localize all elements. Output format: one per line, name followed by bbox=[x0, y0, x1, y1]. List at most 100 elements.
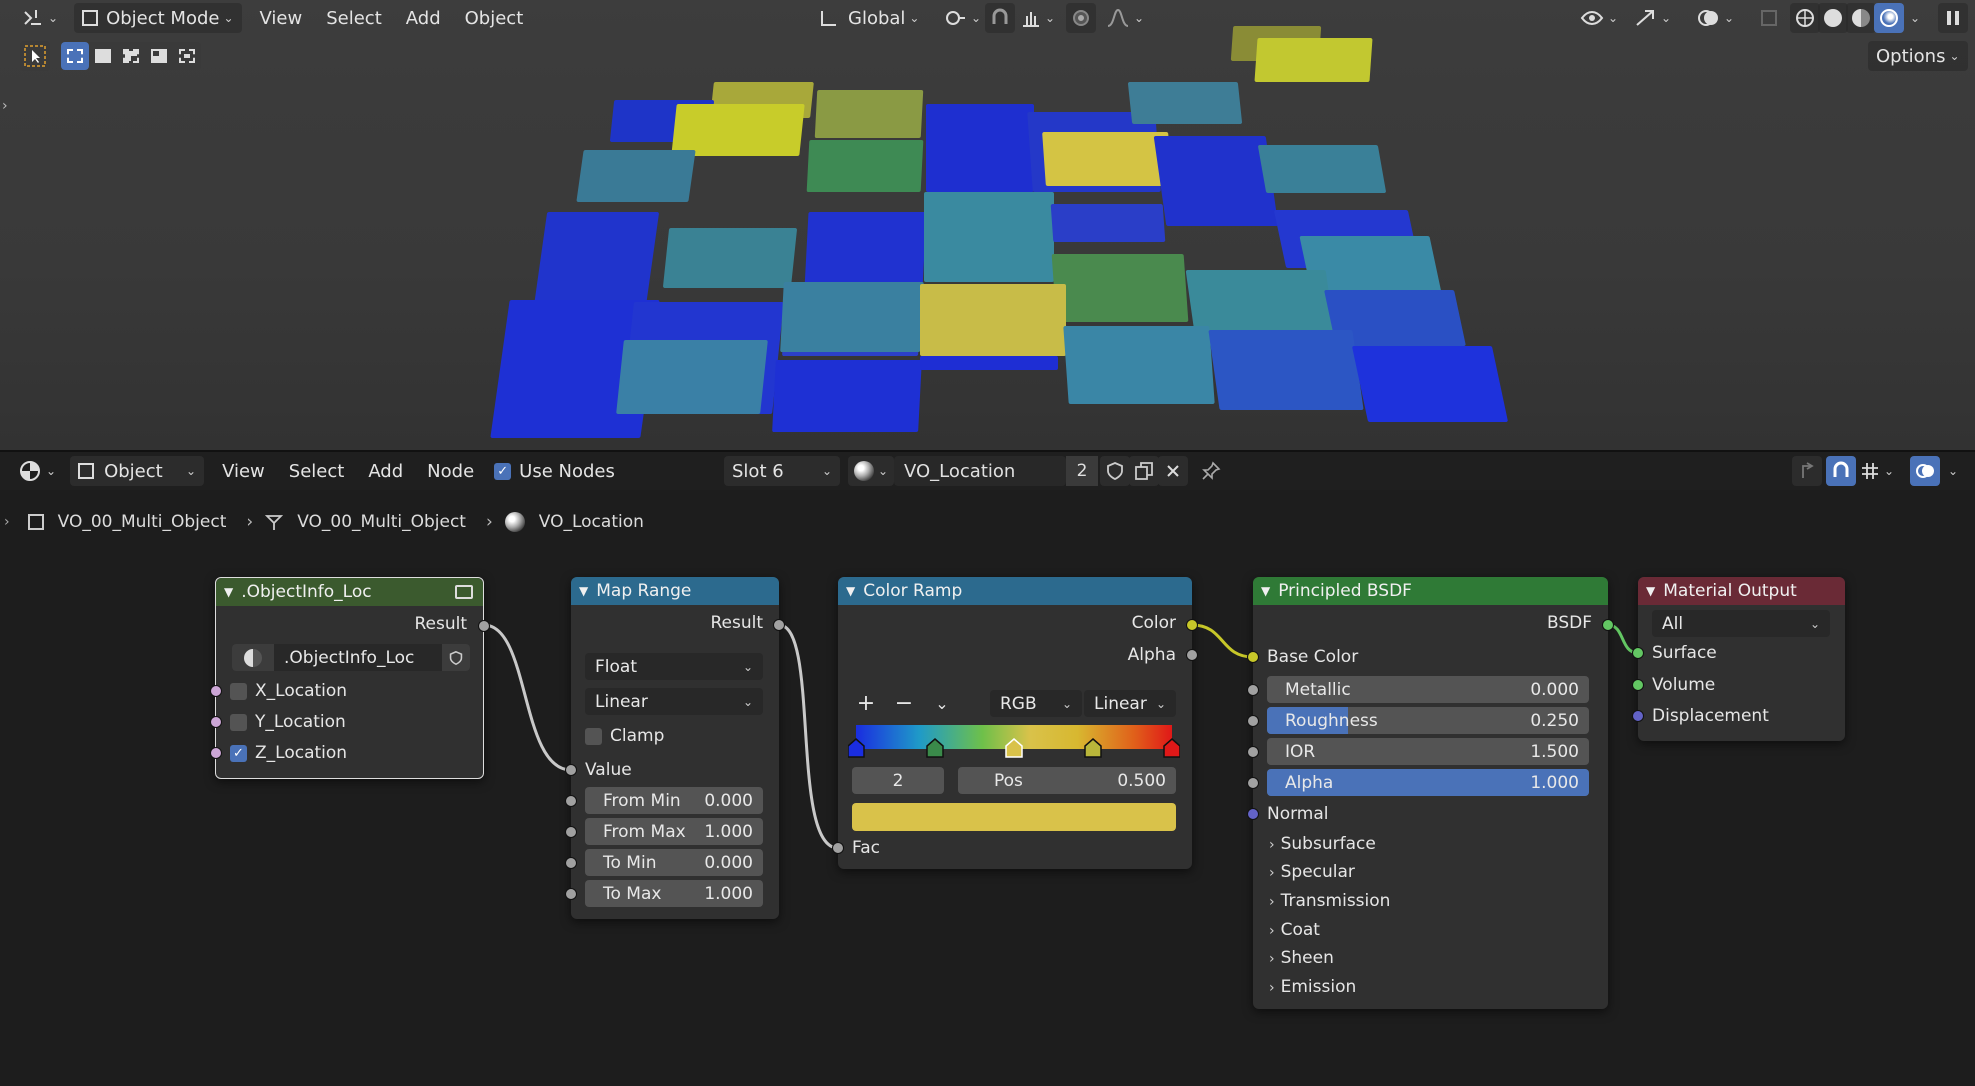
panel-transmission[interactable]: › Transmission bbox=[1269, 891, 1390, 911]
ramp-interpolation-dropdown[interactable]: Linear ⌄ bbox=[1084, 690, 1176, 717]
input-y-location[interactable]: Y_Location bbox=[216, 709, 483, 735]
input-x-location[interactable]: X_Location bbox=[216, 678, 483, 704]
node-objectinfo-group[interactable]: ▼ .ObjectInfo_Loc Result .ObjectInfo_Loc… bbox=[210, 577, 490, 779]
color-ramp-stops[interactable] bbox=[848, 737, 1180, 761]
input-socket[interactable] bbox=[1632, 647, 1644, 659]
chevron-right-icon: › bbox=[1269, 865, 1275, 881]
checkbox-icon[interactable] bbox=[585, 727, 602, 745]
input-socket[interactable] bbox=[832, 842, 844, 854]
output-socket[interactable] bbox=[478, 620, 490, 632]
output-socket[interactable] bbox=[1186, 619, 1198, 631]
node-header[interactable]: ▼ Map Range bbox=[571, 577, 779, 605]
data-type-dropdown[interactable]: Float ⌄ bbox=[585, 653, 763, 680]
input-base-color: Base Color bbox=[1267, 647, 1359, 667]
link-maprange-to-colorramp[interactable] bbox=[778, 623, 839, 850]
panel-emission[interactable]: › Emission bbox=[1269, 977, 1356, 997]
stop-color-swatch[interactable] bbox=[852, 803, 1176, 831]
input-socket[interactable] bbox=[565, 888, 577, 900]
input-socket[interactable] bbox=[565, 826, 577, 838]
input-fac: Fac bbox=[852, 838, 880, 858]
output-color: Color bbox=[1131, 613, 1176, 633]
clamp-checkbox[interactable]: Clamp bbox=[571, 723, 779, 749]
panel-subsurface[interactable]: › Subsurface bbox=[1269, 834, 1376, 854]
link-colorramp-to-bsdf[interactable] bbox=[1191, 623, 1254, 659]
collapse-icon[interactable]: ▼ bbox=[224, 585, 233, 599]
panel-sheen[interactable]: › Sheen bbox=[1269, 948, 1334, 968]
input-normal: Normal bbox=[1267, 804, 1329, 824]
node-links bbox=[483, 623, 1639, 850]
input-z-location[interactable]: ✓ Z_Location bbox=[216, 740, 483, 766]
collapse-icon[interactable]: ▼ bbox=[1646, 584, 1655, 598]
color-mode-dropdown[interactable]: RGB ⌄ bbox=[990, 690, 1082, 717]
ramp-stop-handle[interactable] bbox=[1084, 738, 1102, 758]
roughness-field[interactable]: Roughness 0.250 bbox=[1267, 707, 1589, 734]
remove-stop-button[interactable]: − bbox=[890, 690, 918, 716]
ramp-stop-handle[interactable] bbox=[926, 738, 944, 758]
panel-coat[interactable]: › Coat bbox=[1269, 920, 1320, 940]
chevron-right-icon: › bbox=[1269, 951, 1275, 967]
panel-specular[interactable]: › Specular bbox=[1269, 862, 1355, 882]
node-material-output[interactable]: ▼ Material Output All ⌄ Surface Volume Di… bbox=[1632, 577, 1845, 741]
input-socket[interactable] bbox=[1632, 679, 1644, 691]
checkbox-icon[interactable] bbox=[230, 713, 247, 731]
input-socket[interactable] bbox=[210, 685, 222, 697]
to-min-field[interactable]: To Min 0.000 bbox=[585, 849, 763, 876]
from-max-field[interactable]: From Max 1.000 bbox=[585, 818, 763, 845]
target-dropdown[interactable]: All ⌄ bbox=[1652, 610, 1830, 637]
add-stop-button[interactable]: + bbox=[852, 690, 880, 716]
input-volume: Volume bbox=[1652, 675, 1716, 695]
ramp-stop-handle[interactable] bbox=[1005, 738, 1023, 758]
fake-user-button[interactable] bbox=[442, 644, 470, 671]
stop-position-field[interactable]: Pos 0.500 bbox=[958, 767, 1176, 794]
input-socket[interactable] bbox=[1632, 710, 1644, 722]
input-socket[interactable] bbox=[1247, 684, 1259, 696]
node-header[interactable]: ▼ Principled BSDF bbox=[1253, 577, 1608, 605]
output-socket[interactable] bbox=[1186, 649, 1198, 661]
node-header[interactable]: ▼ Color Ramp bbox=[838, 577, 1192, 605]
output-socket[interactable] bbox=[1602, 619, 1614, 631]
input-socket[interactable] bbox=[565, 857, 577, 869]
input-socket[interactable] bbox=[565, 764, 577, 776]
active-stop-index-field[interactable]: 2 bbox=[852, 767, 944, 794]
ramp-stop-handle[interactable] bbox=[848, 738, 865, 758]
output-result: Result bbox=[710, 613, 763, 633]
node-header[interactable]: ▼ .ObjectInfo_Loc bbox=[216, 578, 483, 606]
chevron-right-icon: › bbox=[1269, 980, 1275, 996]
ramp-stop-handle[interactable] bbox=[1163, 738, 1180, 758]
from-min-field[interactable]: From Min 0.000 bbox=[585, 787, 763, 814]
to-max-field[interactable]: To Max 1.000 bbox=[585, 880, 763, 907]
input-socket[interactable] bbox=[1247, 808, 1259, 820]
input-socket[interactable] bbox=[210, 716, 222, 728]
output-bsdf: BSDF bbox=[1546, 613, 1592, 633]
chevron-right-icon: › bbox=[1269, 837, 1275, 853]
collapse-icon[interactable]: ▼ bbox=[846, 584, 855, 598]
output-alpha: Alpha bbox=[1127, 645, 1176, 665]
output-result: Result bbox=[414, 614, 467, 634]
output-socket[interactable] bbox=[773, 619, 785, 631]
metallic-field[interactable]: Metallic 0.000 bbox=[1267, 676, 1589, 703]
checkbox-icon[interactable] bbox=[230, 682, 247, 700]
input-socket[interactable] bbox=[1247, 746, 1259, 758]
node-color-ramp[interactable]: ▼ Color Ramp Color Alpha + − ⌄ RGB ⌄ Line… bbox=[832, 577, 1198, 869]
ramp-specials-button[interactable]: ⌄ bbox=[928, 690, 956, 716]
input-socket[interactable] bbox=[1247, 651, 1259, 663]
checkbox-checked-icon[interactable]: ✓ bbox=[230, 744, 247, 762]
plus-icon: + bbox=[856, 690, 876, 716]
input-value: Value bbox=[585, 760, 632, 780]
ior-field[interactable]: IOR 1.500 bbox=[1267, 738, 1589, 765]
node-map-range[interactable]: ▼ Map Range Result Float ⌄ Linear ⌄ Clamp … bbox=[565, 577, 785, 919]
node-principled-bsdf[interactable]: ▼ Principled BSDF BSDF Base Color Metall… bbox=[1247, 577, 1614, 1009]
collapse-icon[interactable]: ▼ bbox=[1261, 584, 1270, 598]
interpolation-dropdown[interactable]: Linear ⌄ bbox=[585, 688, 763, 715]
link-objectinfo-to-maprange[interactable] bbox=[483, 623, 572, 772]
node-tree-browse-button[interactable] bbox=[232, 644, 274, 671]
input-socket[interactable] bbox=[1247, 715, 1259, 727]
input-socket[interactable] bbox=[210, 747, 222, 759]
chevron-right-icon: › bbox=[1269, 894, 1275, 910]
collapse-icon[interactable]: ▼ bbox=[579, 584, 588, 598]
input-socket[interactable] bbox=[1247, 777, 1259, 789]
input-socket[interactable] bbox=[565, 795, 577, 807]
alpha-field[interactable]: Alpha 1.000 bbox=[1267, 769, 1589, 796]
group-datablock-selector[interactable]: .ObjectInfo_Loc bbox=[232, 644, 470, 671]
node-header[interactable]: ▼ Material Output bbox=[1638, 577, 1845, 605]
